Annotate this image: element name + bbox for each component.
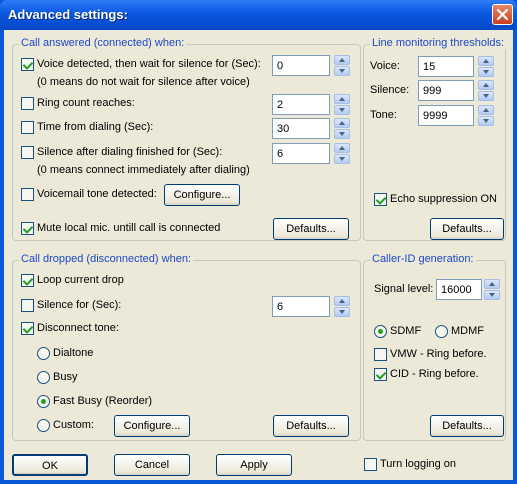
cid-ring-before-checkbox[interactable] [374, 368, 387, 381]
call-dropped-group: Call dropped (disconnected) when: Loop c… [12, 253, 361, 441]
monitor-silence-input[interactable] [418, 80, 474, 101]
silence-after-dialing-label: Silence after dialing finished for (Sec)… [37, 146, 223, 158]
mute-local-mic-checkbox[interactable] [21, 222, 34, 235]
line-monitoring-legend: Line monitoring thresholds: [370, 37, 507, 49]
dialtone-radio[interactable] [37, 347, 50, 360]
signal-level-label: Signal level: [374, 283, 434, 295]
signal-level-input[interactable] [436, 279, 482, 300]
mdmf-radio[interactable] [435, 325, 448, 338]
monitor-voice-spinner[interactable] [478, 56, 494, 77]
title-bar[interactable]: Advanced settings: [0, 0, 517, 30]
voicemail-tone-checkbox[interactable] [21, 188, 34, 201]
close-icon [496, 8, 509, 21]
signal-level-spinner[interactable] [484, 279, 500, 300]
caller-id-defaults-button[interactable]: Defaults... [430, 415, 504, 437]
custom-tone-configure-button[interactable]: Configure... [114, 415, 190, 437]
monitor-silence-label: Silence: [370, 84, 410, 96]
silence-after-dialing-input[interactable] [272, 143, 330, 164]
vmw-ring-before-label: VMW - Ring before. [390, 348, 487, 360]
vmw-ring-before-checkbox[interactable] [374, 348, 387, 361]
fast-busy-label: Fast Busy (Reorder) [53, 395, 153, 407]
mute-local-mic-label: Mute local mic. untill call is connected [37, 222, 221, 234]
voice-detected-note: (0 means do not wait for silence after v… [37, 76, 250, 88]
silence-after-dialing-note: (0 means connect immediately after diali… [37, 164, 250, 176]
monitor-tone-input[interactable] [418, 105, 474, 126]
line-monitoring-group: Line monitoring thresholds: Voice: Silen… [363, 37, 507, 241]
ring-count-label: Ring count reaches: [37, 97, 135, 109]
custom-tone-label: Custom: [53, 419, 94, 431]
monitor-tone-label: Tone: [370, 109, 397, 121]
silence-after-dialing-checkbox[interactable] [21, 146, 34, 159]
mdmf-label: MDMF [451, 325, 484, 337]
sdmf-label: SDMF [390, 325, 422, 337]
monitor-voice-input[interactable] [418, 56, 474, 77]
voice-wait-input[interactable] [272, 55, 330, 76]
disconnect-tone-label: Disconnect tone: [37, 322, 119, 334]
cid-ring-before-label: CID - Ring before. [390, 368, 479, 380]
loop-current-drop-label: Loop current drop [37, 274, 124, 286]
line-monitoring-defaults-button[interactable]: Defaults... [430, 218, 504, 240]
silence-for-input[interactable] [272, 296, 330, 317]
disconnect-tone-checkbox[interactable] [21, 322, 34, 335]
sdmf-radio[interactable] [374, 325, 387, 338]
silence-after-dialing-spinner[interactable] [334, 143, 350, 164]
apply-button[interactable]: Apply [216, 454, 292, 476]
custom-tone-radio[interactable] [37, 419, 50, 432]
voicemail-tone-label: Voicemail tone detected: [37, 188, 157, 200]
monitor-silence-spinner[interactable] [478, 80, 494, 101]
call-dropped-legend: Call dropped (disconnected) when: [19, 253, 193, 265]
call-dropped-defaults-button[interactable]: Defaults... [273, 415, 349, 437]
voice-detected-checkbox[interactable] [21, 58, 34, 71]
ring-count-checkbox[interactable] [21, 97, 34, 110]
dialog-body: Call answered (connected) when: Voice de… [4, 30, 513, 480]
busy-label: Busy [53, 371, 78, 383]
advanced-settings-dialog: Advanced settings: Call answered (connec… [0, 0, 517, 484]
voice-wait-spinner[interactable] [334, 55, 350, 76]
loop-current-drop-checkbox[interactable] [21, 274, 34, 287]
fast-busy-radio[interactable] [37, 395, 50, 408]
call-answered-group: Call answered (connected) when: Voice de… [12, 37, 361, 241]
turn-logging-on-checkbox[interactable] [364, 458, 377, 471]
time-from-dialing-input[interactable] [272, 118, 330, 139]
busy-radio[interactable] [37, 371, 50, 384]
dialtone-label: Dialtone [53, 347, 94, 359]
echo-suppression-checkbox[interactable] [374, 193, 387, 206]
time-from-dialing-checkbox[interactable] [21, 121, 34, 134]
call-answered-legend: Call answered (connected) when: [19, 37, 187, 49]
monitor-tone-spinner[interactable] [478, 105, 494, 126]
call-answered-defaults-button[interactable]: Defaults... [273, 218, 349, 240]
time-from-dialing-label: Time from dialing (Sec): [37, 121, 154, 133]
caller-id-legend: Caller-ID generation: [370, 253, 476, 265]
window-title: Advanced settings: [8, 7, 128, 22]
caller-id-group: Caller-ID generation: Signal level: SDMF… [363, 253, 506, 441]
ring-count-input[interactable] [272, 94, 330, 115]
cancel-button[interactable]: Cancel [114, 454, 190, 476]
silence-for-label: Silence for (Sec): [37, 299, 122, 311]
turn-logging-on-label: Turn logging on [380, 458, 457, 470]
time-from-dialing-spinner[interactable] [334, 118, 350, 139]
monitor-voice-label: Voice: [370, 60, 400, 72]
silence-for-checkbox[interactable] [21, 299, 34, 312]
silence-for-spinner[interactable] [334, 296, 350, 317]
echo-suppression-label: Echo suppression ON [390, 193, 497, 205]
close-button[interactable] [492, 4, 513, 25]
voice-detected-label: Voice detected, then wait for silence fo… [37, 58, 261, 70]
ok-button[interactable]: OK [12, 454, 88, 476]
voicemail-configure-button[interactable]: Configure... [164, 184, 240, 206]
ring-count-spinner[interactable] [334, 94, 350, 115]
